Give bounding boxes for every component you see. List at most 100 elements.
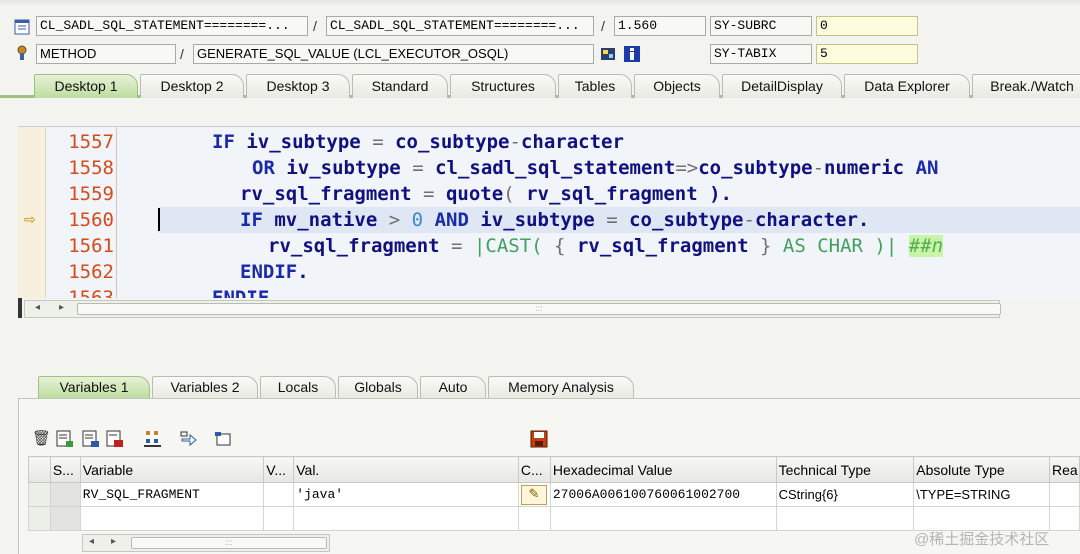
row-selector[interactable] — [28, 506, 51, 531]
include-field[interactable]: CL_SADL_SQL_STATEMENT========... — [326, 16, 594, 36]
tab-desktop-3[interactable]: Desktop 3 — [246, 74, 350, 98]
method-icon — [14, 45, 30, 61]
pencil-edit-icon[interactable]: ✎ — [520, 484, 547, 505]
current-statement-arrow-icon: ⇨ — [24, 211, 36, 227]
save-variables-icon[interactable] — [106, 430, 124, 453]
column-header[interactable]: Rea — [1048, 456, 1080, 483]
hex-value-cell — [549, 506, 777, 531]
v-cell — [263, 506, 295, 531]
status-cell — [49, 506, 81, 531]
row-selector[interactable] — [28, 482, 51, 507]
tab-detail-display[interactable]: DetailDisplay — [722, 74, 842, 98]
rea-cell — [1048, 482, 1080, 507]
event-name-field[interactable]: GENERATE_SQL_VALUE (LCL_EXECUTOR_OSQL) — [193, 44, 594, 64]
tab-variables-2[interactable]: Variables 2 — [152, 376, 258, 398]
scroll-left-icon[interactable]: ◂ — [35, 302, 40, 313]
table-header-row: S... Variable V... Val. C... Hexadecimal… — [28, 456, 1080, 483]
code-line: ENDIF. — [240, 261, 309, 283]
line-number: 1559 — [68, 183, 114, 205]
watermark: @稀土掘金技术社区 — [914, 531, 1050, 548]
scroll-thumb[interactable]: ::: — [77, 303, 1001, 315]
status-cell — [49, 482, 81, 507]
line-field[interactable]: 1.560 — [614, 16, 706, 36]
sy-subrc-value[interactable]: 0 — [816, 16, 918, 36]
tab-auto[interactable]: Auto — [420, 376, 486, 398]
info-icon[interactable] — [624, 46, 640, 62]
structure-icon[interactable] — [144, 430, 162, 453]
code-line: rv_sql_fragment = |CAST( { rv_sql_fragme… — [268, 235, 944, 257]
absolute-type-cell — [913, 506, 1050, 531]
column-header[interactable]: Val. — [293, 456, 519, 483]
scroll-thumb[interactable]: ::: — [131, 537, 327, 549]
line-number: 1557 — [68, 131, 114, 153]
gutter-divider — [116, 127, 117, 298]
code-line: IF iv_subtype = co_subtype-character — [212, 131, 624, 153]
sy-tabix-value[interactable]: 5 — [816, 44, 918, 64]
transfer-icon[interactable] — [180, 430, 198, 453]
line-number: 1561 — [68, 235, 114, 257]
technical-type-cell — [775, 506, 915, 531]
tab-variables-1[interactable]: Variables 1 — [38, 376, 150, 398]
insert-row-icon[interactable] — [56, 430, 74, 453]
tab-break-watch[interactable]: Break./Watch — [972, 74, 1080, 98]
top-border — [0, 0, 1080, 6]
editor-horizontal-scrollbar[interactable]: ◂ ▸ ::: — [24, 300, 1001, 318]
tab-standard[interactable]: Standard — [352, 74, 448, 98]
scroll-right-icon[interactable]: ▸ — [59, 302, 64, 313]
line-number: 1560 — [68, 209, 114, 231]
column-header[interactable]: V... — [263, 456, 295, 483]
table-row[interactable]: RV_SQL_FRAGMENT 'java' ✎ 27006A006100760… — [28, 482, 1080, 507]
program-field[interactable]: CL_SADL_SQL_STATEMENT========... — [36, 16, 308, 36]
tab-structures[interactable]: Structures — [450, 74, 556, 98]
separator: / — [180, 46, 184, 62]
code-line: OR iv_subtype = cl_sadl_sql_statement=>c… — [252, 157, 939, 179]
tab-desktop-1[interactable]: Desktop 1 — [34, 74, 138, 98]
scroll-edge — [18, 298, 22, 318]
column-header[interactable]: S... — [49, 456, 81, 483]
open-icon[interactable] — [214, 430, 232, 453]
variable-name-cell[interactable] — [79, 506, 265, 531]
load-icon[interactable] — [82, 430, 100, 453]
value-cell[interactable]: 'java' — [293, 482, 519, 507]
scroll-left-icon[interactable]: ◂ — [89, 536, 94, 547]
hex-value-cell: 27006A006100760061002700 — [549, 482, 777, 507]
tab-desktop-2[interactable]: Desktop 2 — [140, 74, 244, 98]
column-header[interactable]: C... — [517, 456, 551, 483]
delete-icon[interactable]: 🗑 — [32, 430, 51, 448]
floppy-save-icon[interactable] — [530, 430, 548, 453]
code-line: rv_sql_fragment = quote( rv_sql_fragment… — [240, 183, 732, 205]
table-horizontal-scrollbar[interactable]: ◂ ▸ ::: — [82, 534, 330, 552]
sy-tabix-label: SY-TABIX — [710, 44, 812, 64]
tab-tables[interactable]: Tables — [558, 74, 632, 98]
variable-tab-bar: Variables 1 Variables 2 Locals Globals A… — [0, 376, 1080, 398]
tab-objects[interactable]: Objects — [634, 74, 720, 98]
variables-table: S... Variable V... Val. C... Hexadecimal… — [28, 456, 1080, 531]
change-cell — [517, 506, 551, 531]
tab-globals[interactable]: Globals — [338, 376, 418, 398]
variable-name-cell[interactable]: RV_SQL_FRAGMENT — [79, 482, 265, 507]
tab-locals[interactable]: Locals — [260, 376, 336, 398]
line-number: 1558 — [68, 157, 114, 179]
tab-data-explorer[interactable]: Data Explorer — [844, 74, 970, 98]
line-number: 1563 — [68, 287, 114, 298]
column-header[interactable]: Hexadecimal Value — [549, 456, 777, 483]
navigate-icon[interactable] — [600, 46, 616, 62]
column-header[interactable]: Technical Type — [775, 456, 915, 483]
column-header[interactable]: Variable — [79, 456, 265, 483]
table-row-empty[interactable] — [28, 506, 1080, 531]
value-cell[interactable] — [293, 506, 519, 531]
program-icon — [14, 19, 30, 35]
technical-type-cell: CString{6} — [775, 482, 915, 507]
scroll-right-icon[interactable]: ▸ — [111, 536, 116, 547]
rea-cell — [1048, 506, 1080, 531]
event-type-field[interactable]: METHOD — [36, 44, 176, 64]
line-number: 1562 — [68, 261, 114, 283]
absolute-type-cell: \TYPE=STRING — [913, 482, 1050, 507]
text-cursor — [158, 208, 160, 231]
tab-memory-analysis[interactable]: Memory Analysis — [488, 376, 634, 398]
v-cell — [263, 482, 295, 507]
separator: / — [601, 18, 605, 34]
source-editor[interactable]: ⇨ 1557 1558 1559 1560 1561 1562 1563 IF … — [18, 126, 1080, 298]
row-selector-header[interactable] — [28, 456, 51, 483]
column-header[interactable]: Absolute Type — [913, 456, 1050, 483]
